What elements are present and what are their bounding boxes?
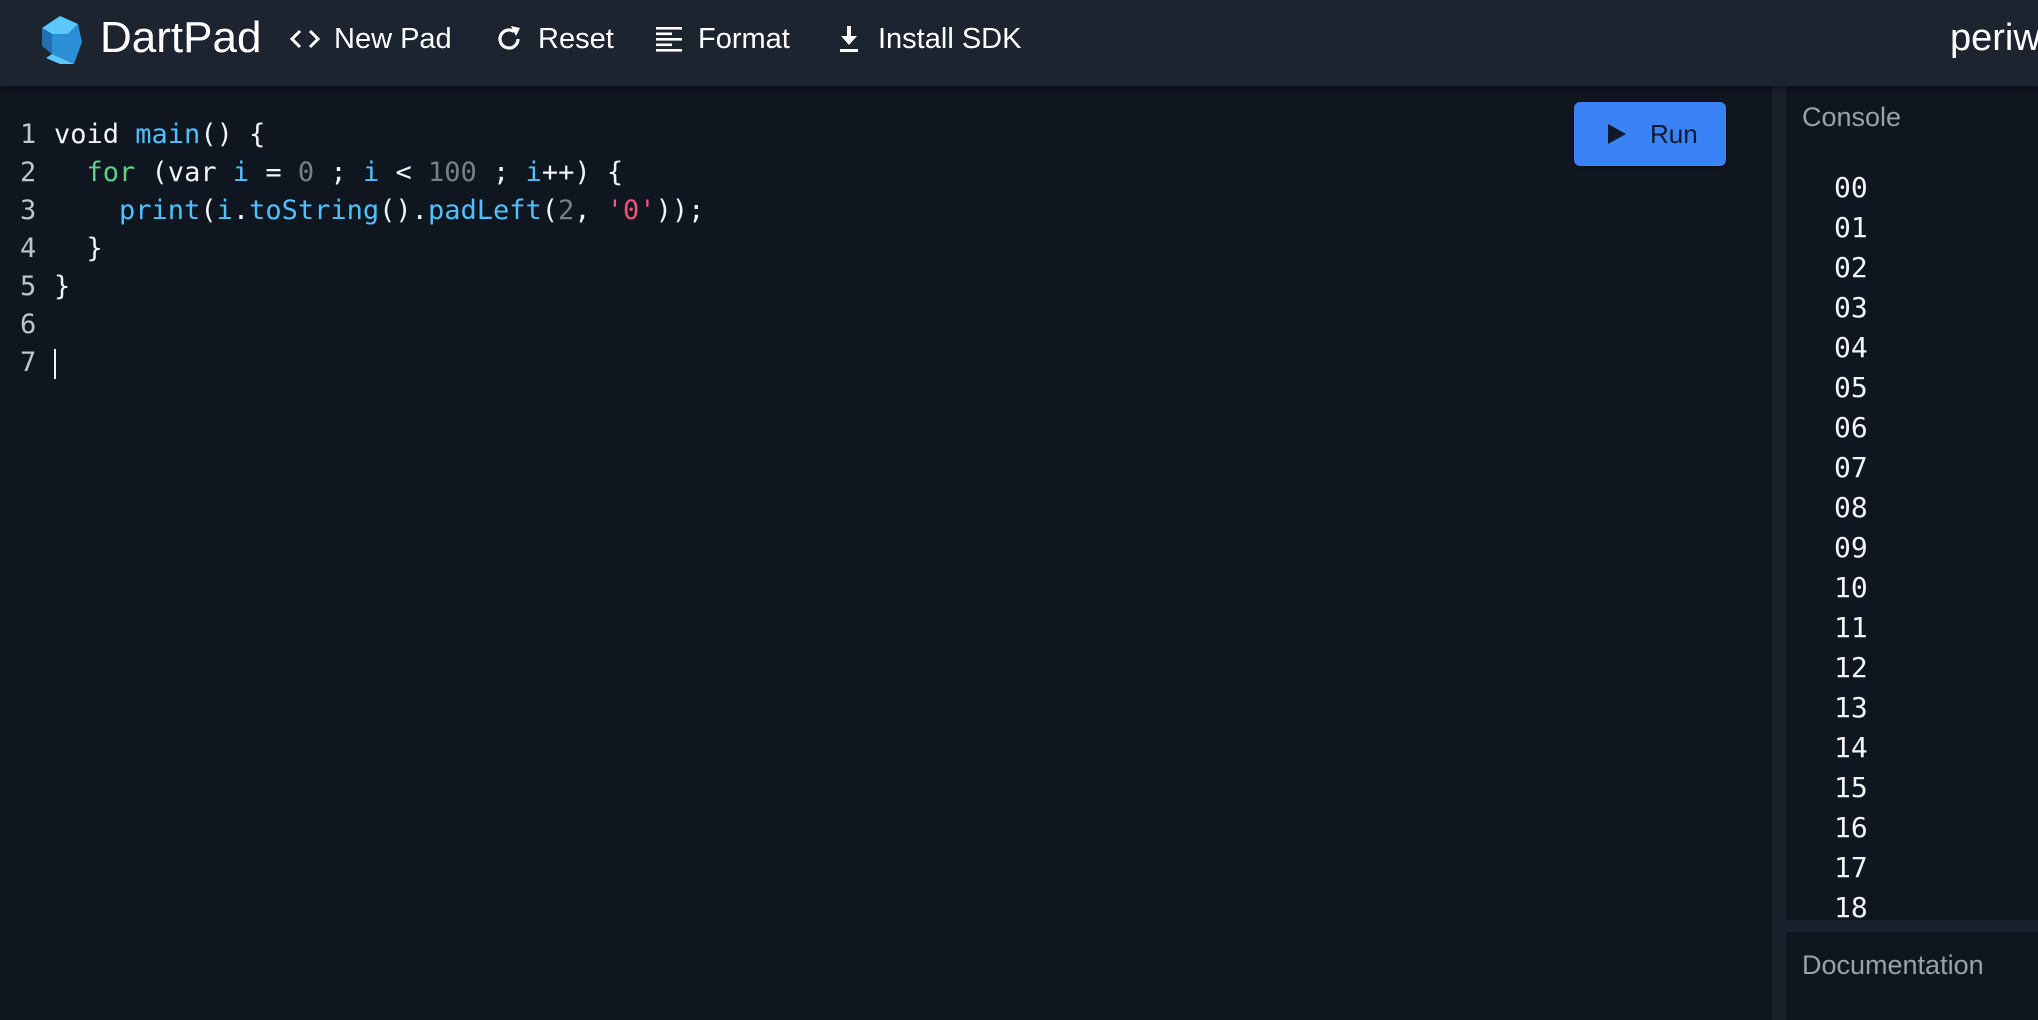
code-line[interactable]: print(i.toString().padLeft(2, '0')); [54, 192, 1772, 230]
new-pad-button[interactable]: New Pad [288, 16, 452, 62]
documentation-title: Documentation [1802, 950, 1984, 980]
download-icon [840, 26, 858, 52]
console-line: 02 [1834, 251, 1868, 284]
line-number: 4 [20, 233, 37, 264]
new-pad-label: New Pad [334, 22, 452, 55]
console-line: 07 [1834, 451, 1868, 484]
run-button[interactable]: Run [1574, 102, 1726, 166]
play-icon [1608, 124, 1626, 144]
text-cursor [54, 348, 56, 379]
line-number: 1 [20, 119, 37, 150]
console-line: 12 [1834, 651, 1868, 684]
line-number: 7 [20, 347, 37, 378]
console-line: 01 [1834, 211, 1868, 244]
console-line: 00 [1834, 171, 1868, 204]
install-sdk-label: Install SDK [878, 22, 1022, 55]
console-title: Console [1802, 102, 1902, 132]
dart-logo-icon [42, 16, 82, 64]
console-line: 06 [1834, 411, 1868, 444]
format-align-icon [656, 27, 682, 52]
console-line: 03 [1834, 291, 1868, 324]
console-line: 05 [1834, 371, 1868, 404]
documentation-panel: Documentation [1786, 932, 2038, 1020]
vertical-splitter[interactable] [1772, 86, 1786, 1020]
console-line: 10 [1834, 571, 1868, 604]
line-number: 3 [20, 195, 37, 226]
console-line: 14 [1834, 731, 1868, 764]
console-line: 16 [1834, 811, 1868, 844]
reset-label: Reset [538, 22, 614, 55]
code-brackets-icon [289, 29, 321, 49]
format-label: Format [698, 22, 790, 55]
code-line[interactable] [54, 306, 1772, 344]
code-line[interactable]: } [54, 268, 1772, 306]
console-line: 17 [1834, 851, 1868, 884]
code-editor[interactable]: 1 2 3 4 5 6 7 void main() { for (var i =… [0, 86, 1772, 1020]
line-number: 2 [20, 157, 37, 188]
code-line[interactable] [54, 344, 1772, 382]
horizontal-splitter[interactable] [1786, 920, 2038, 932]
console-output: 00 01 02 03 04 05 06 07 08 09 10 11 12 13 14 15 16 17 18 [1834, 168, 1868, 920]
user-label[interactable]: periw [1950, 12, 2038, 64]
console-line: 09 [1834, 531, 1868, 564]
line-number: 6 [20, 309, 37, 340]
top-toolbar: DartPad New Pad Reset Format Install SDK… [0, 0, 2038, 86]
refresh-icon [498, 26, 520, 50]
code-line[interactable]: } [54, 230, 1772, 268]
app-title: DartPad [100, 13, 262, 62]
console-line: 04 [1834, 331, 1868, 364]
reset-button[interactable]: Reset [492, 16, 614, 62]
line-number: 5 [20, 271, 37, 302]
code-line[interactable]: void main() { [54, 116, 1772, 154]
console-panel: Console 00 01 02 03 04 05 06 07 08 09 10 11 12 13 14 15… [1786, 86, 2038, 920]
console-line: 18 [1834, 891, 1868, 920]
console-line: 08 [1834, 491, 1868, 524]
console-line: 15 [1834, 771, 1868, 804]
run-label: Run [1650, 118, 1698, 149]
code-line[interactable]: for (var i = 0 ; i < 100 ; i++) { [54, 154, 1772, 192]
console-line: 13 [1834, 691, 1868, 724]
line-number-gutter: 1 2 3 4 5 6 7 [0, 116, 48, 382]
install-sdk-button[interactable]: Install SDK [832, 16, 1021, 62]
console-line: 11 [1834, 611, 1868, 644]
code-area[interactable]: void main() { for (var i = 0 ; i < 100 ;… [54, 116, 1772, 382]
format-button[interactable]: Format [652, 16, 790, 62]
